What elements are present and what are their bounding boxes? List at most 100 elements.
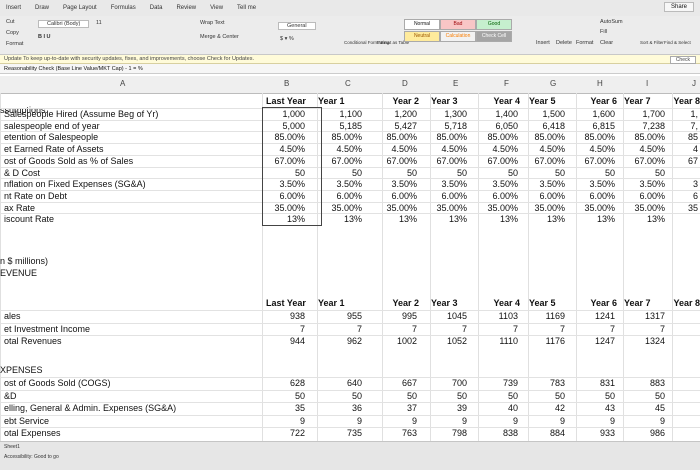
value-cell[interactable]: 13% xyxy=(570,213,615,225)
value-cell[interactable]: 640 xyxy=(317,377,362,389)
style-bad[interactable]: Bad xyxy=(440,19,476,30)
row-label[interactable]: & D Cost xyxy=(4,167,259,179)
value-cell[interactable]: 1002 xyxy=(372,335,417,347)
column-header-d[interactable]: D xyxy=(402,79,408,88)
value-cell[interactable]: 783 xyxy=(520,377,565,389)
value-cell[interactable]: 9 xyxy=(473,415,518,427)
menu-view[interactable]: View xyxy=(210,5,223,11)
value-cell[interactable]: 67.00% xyxy=(422,155,467,167)
column-header-h[interactable]: H xyxy=(597,79,603,88)
row-label[interactable]: &D xyxy=(4,390,259,402)
value-cell[interactable]: 1,100 xyxy=(317,108,362,120)
format-painter-button[interactable]: Format xyxy=(6,41,23,47)
value-cell[interactable]: 50 xyxy=(372,167,417,179)
row-label[interactable]: otal Expenses xyxy=(4,427,259,439)
section-title[interactable]: XPENSES xyxy=(0,364,150,376)
value-cell[interactable]: 1045 xyxy=(422,310,467,322)
fill-button[interactable]: Fill xyxy=(600,29,607,35)
menu-formulas[interactable]: Formulas xyxy=(111,5,136,11)
menu-insert[interactable]: Insert xyxy=(6,5,21,11)
year-header[interactable]: Year 3 xyxy=(431,297,471,309)
menu-page-layout[interactable]: Page Layout xyxy=(63,5,97,11)
value-cell[interactable]: 7 xyxy=(473,323,518,335)
value-cell[interactable]: 50 xyxy=(317,390,362,402)
value-cell[interactable]: 42 xyxy=(520,402,565,414)
copy-button[interactable]: Copy xyxy=(6,30,19,36)
value-cell[interactable]: 6.00% xyxy=(473,190,518,202)
clear-button[interactable]: Clear xyxy=(600,40,613,46)
row-label[interactable]: otal Revenues xyxy=(4,335,259,347)
value-cell[interactable]: 85.00% xyxy=(520,131,565,143)
value-cell[interactable]: 6,050 xyxy=(473,120,518,132)
value-cell[interactable]: 7 xyxy=(372,323,417,335)
value-cell[interactable]: 7 xyxy=(260,323,305,335)
value-cell[interactable]: 50 xyxy=(260,390,305,402)
value-cell[interactable]: 85.00% xyxy=(317,131,362,143)
value-cell[interactable]: 5,427 xyxy=(372,120,417,132)
value-cell[interactable]: 67.00% xyxy=(520,155,565,167)
value-cell[interactable]: 4 xyxy=(653,143,698,155)
value-cell[interactable]: 85.00% xyxy=(570,131,615,143)
value-cell[interactable]: 4.50% xyxy=(520,143,565,155)
section-title[interactable]: n $ millions) xyxy=(0,255,150,267)
value-cell[interactable]: 938 xyxy=(260,310,305,322)
year-header[interactable]: Year 8 xyxy=(660,95,700,107)
number-format-select[interactable]: General xyxy=(278,22,316,30)
value-cell[interactable]: 3.50% xyxy=(570,178,615,190)
value-cell[interactable]: 35.00% xyxy=(317,202,362,214)
value-cell[interactable]: 7 xyxy=(520,323,565,335)
value-cell[interactable] xyxy=(653,415,698,427)
value-cell[interactable]: 9 xyxy=(317,415,362,427)
value-cell[interactable]: 4.50% xyxy=(473,143,518,155)
value-cell[interactable]: 4.50% xyxy=(422,143,467,155)
value-cell[interactable]: 1,300 xyxy=(422,108,467,120)
value-cell[interactable]: 7, xyxy=(653,120,698,132)
year-header[interactable]: Year 6 xyxy=(577,95,617,107)
value-cell[interactable]: 85.00% xyxy=(473,131,518,143)
row-label[interactable]: nflation on Fixed Expenses (SG&A) xyxy=(4,178,259,190)
value-cell[interactable] xyxy=(653,377,698,389)
value-cell[interactable]: 13% xyxy=(473,213,518,225)
style-calculation[interactable]: Calculation xyxy=(440,31,476,42)
year-header[interactable]: Last Year xyxy=(266,95,306,107)
value-cell[interactable]: 67.00% xyxy=(473,155,518,167)
value-cell[interactable]: 50 xyxy=(473,390,518,402)
share-button[interactable]: Share xyxy=(663,2,694,12)
year-header[interactable]: Year 7 xyxy=(624,297,664,309)
value-cell[interactable] xyxy=(653,427,698,439)
value-cell[interactable]: 838 xyxy=(473,427,518,439)
value-cell[interactable]: 3.50% xyxy=(473,178,518,190)
value-cell[interactable]: 7 xyxy=(422,323,467,335)
value-cell[interactable] xyxy=(653,167,698,179)
year-header[interactable]: Year 2 xyxy=(379,297,419,309)
insert-cells-button[interactable]: Insert xyxy=(536,40,550,46)
value-cell[interactable]: 739 xyxy=(473,377,518,389)
column-header-i[interactable]: I xyxy=(646,79,648,88)
year-header[interactable]: Year 7 xyxy=(624,95,664,107)
value-cell[interactable]: 3.50% xyxy=(422,178,467,190)
value-cell[interactable]: 1,200 xyxy=(372,108,417,120)
value-cell[interactable] xyxy=(653,213,698,225)
value-cell[interactable]: 3.50% xyxy=(520,178,565,190)
column-header-b[interactable]: B xyxy=(284,79,289,88)
cut-button[interactable]: Cut xyxy=(6,19,15,25)
value-cell[interactable]: 50 xyxy=(570,167,615,179)
value-cell[interactable]: 1169 xyxy=(520,310,565,322)
row-label[interactable]: ax Rate xyxy=(4,202,259,214)
value-cell[interactable] xyxy=(653,323,698,335)
column-header-j[interactable]: J xyxy=(692,79,696,88)
sort-filter-button[interactable]: Sort & Filter xyxy=(640,40,664,45)
row-label[interactable]: salespeople end of year xyxy=(4,120,259,132)
value-cell[interactable]: 13% xyxy=(317,213,362,225)
wrap-text-button[interactable]: Wrap Text xyxy=(200,20,225,26)
value-cell[interactable]: 667 xyxy=(372,377,417,389)
year-header[interactable]: Year 3 xyxy=(431,95,471,107)
year-header[interactable]: Year 8 xyxy=(660,297,700,309)
row-label[interactable]: et Earned Rate of Assets xyxy=(4,143,259,155)
row-label[interactable]: iscount Rate xyxy=(4,213,259,225)
value-cell[interactable]: 831 xyxy=(570,377,615,389)
value-cell[interactable]: 722 xyxy=(260,427,305,439)
value-cell[interactable]: 35 xyxy=(260,402,305,414)
value-cell[interactable]: 67.00% xyxy=(570,155,615,167)
value-cell[interactable]: 1241 xyxy=(570,310,615,322)
